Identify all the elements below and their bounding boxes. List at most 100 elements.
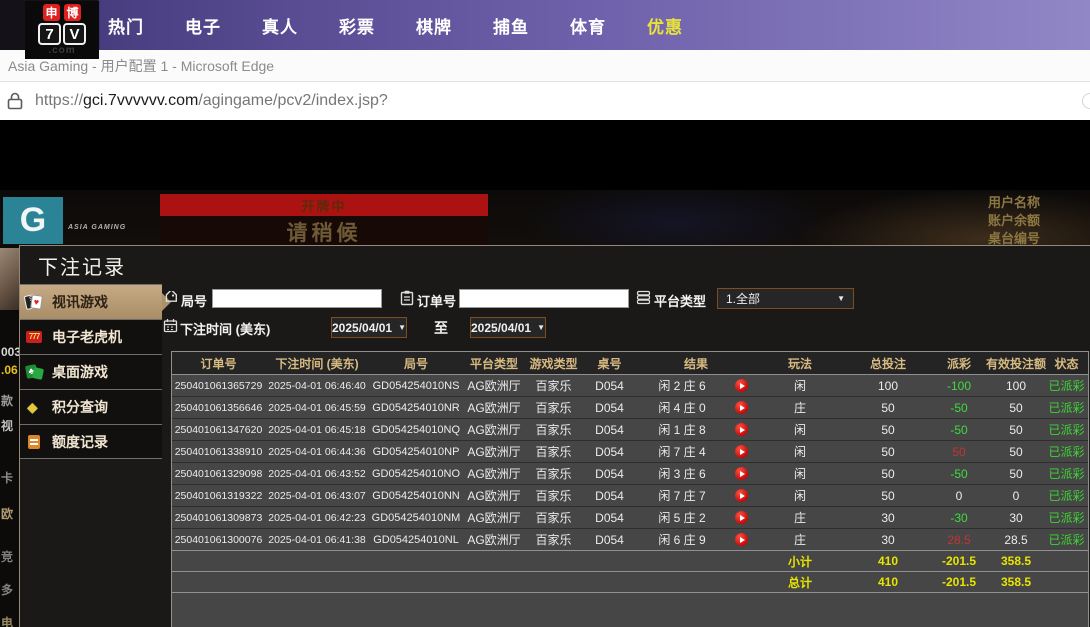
play-video-button[interactable] bbox=[735, 445, 748, 458]
address-bar-action-icon[interactable] bbox=[1082, 93, 1090, 109]
cell-result: 闲 7 庄 7 bbox=[637, 485, 727, 506]
cell-payout: -50 bbox=[931, 397, 987, 418]
cell-playtype: 庄 bbox=[755, 507, 845, 528]
cell-platform: AG欧洲厅 bbox=[463, 485, 525, 506]
cell-time: 2025-04-01 06:43:52 bbox=[265, 463, 369, 484]
col-header-playtype: 玩法 bbox=[755, 352, 845, 374]
menu-item-slots[interactable]: 777 电子老虎机 bbox=[20, 319, 162, 354]
play-video-button[interactable] bbox=[735, 401, 748, 414]
subtotal-total-bet: 410 bbox=[845, 551, 931, 571]
username-label: 用户名称 bbox=[988, 194, 1090, 212]
nav-item-slots[interactable]: 电子 bbox=[185, 13, 221, 38]
cell-tableno: D054 bbox=[582, 419, 637, 440]
play-video-button[interactable] bbox=[735, 489, 748, 502]
cell-result: 闲 5 庄 2 bbox=[637, 507, 727, 528]
cell-tableno: D054 bbox=[582, 375, 637, 396]
table-row: 2504010613657292025-04-01 06:46:40GD0542… bbox=[172, 375, 1088, 397]
order-number-input[interactable] bbox=[459, 289, 629, 308]
cell-result: 闲 2 庄 6 bbox=[637, 375, 727, 396]
chevron-down-icon: ▼ bbox=[398, 323, 406, 332]
cell-play bbox=[727, 463, 755, 484]
cell-platform: AG欧洲厅 bbox=[463, 529, 525, 550]
menu-item-live-games[interactable]: 9♥ 视讯游戏 bbox=[20, 284, 162, 319]
play-video-button[interactable] bbox=[735, 379, 748, 392]
background-fragment: .06 bbox=[1, 363, 18, 377]
date-to-value: 2025/04/01 bbox=[471, 321, 531, 335]
cell-play bbox=[727, 397, 755, 418]
cell-tableno: D054 bbox=[582, 441, 637, 462]
round-number-input[interactable] bbox=[212, 289, 382, 308]
cell-result: 闲 3 庄 6 bbox=[637, 463, 727, 484]
logo-badge-1: 申 bbox=[43, 4, 60, 21]
cell-status: 已派彩 bbox=[1045, 485, 1088, 506]
date-from-select[interactable]: 2025/04/01 ▼ bbox=[331, 317, 407, 338]
cell-order: 250401061356646 bbox=[172, 397, 265, 418]
cell-status: 已派彩 bbox=[1045, 441, 1088, 462]
bet-records-table: 订单号 下注时间 (美东) 局号 平台类型 游戏类型 桌号 结果 玩法 总投注 … bbox=[171, 351, 1089, 627]
nav-item-promotions[interactable]: 优惠 bbox=[647, 13, 683, 38]
subtotal-label: 小计 bbox=[755, 551, 845, 571]
col-header-round: 局号 bbox=[369, 352, 463, 374]
play-video-button[interactable] bbox=[735, 533, 748, 546]
cell-time: 2025-04-01 06:45:18 bbox=[265, 419, 369, 440]
cell-time: 2025-04-01 06:41:38 bbox=[265, 529, 369, 550]
cell-game: 百家乐 bbox=[525, 419, 582, 440]
platform-type-select[interactable]: 1.全部 ▼ bbox=[717, 288, 854, 309]
logo-badges: 申 博 bbox=[43, 4, 81, 21]
menu-item-points-query[interactable]: ◆ 积分查询 bbox=[20, 389, 162, 424]
asia-gaming-logo: G bbox=[3, 197, 63, 244]
table-row: 2504010613389102025-04-01 06:44:36GD0542… bbox=[172, 441, 1088, 463]
col-header-result: 结果 bbox=[637, 352, 755, 374]
col-header-game: 游戏类型 bbox=[525, 352, 582, 374]
dealing-status-banner: 开牌中 bbox=[160, 194, 488, 216]
play-video-button[interactable] bbox=[735, 467, 748, 480]
asia-gaming-name: ASIA GAMING bbox=[68, 224, 126, 231]
background-fragment: 竞 bbox=[1, 548, 13, 565]
filters-bar: 局号 订单号 平台类型 1.全部 ▼ bbox=[162, 284, 1090, 351]
cell-order: 250401061319322 bbox=[172, 485, 265, 506]
nav-item-fishing[interactable]: 捕鱼 bbox=[493, 13, 529, 38]
cell-order: 250401061338910 bbox=[172, 441, 265, 462]
browser-address-bar[interactable]: https://gci.7vvvvvv.com/agingame/pcv2/in… bbox=[0, 82, 1090, 120]
to-label: 至 bbox=[434, 318, 448, 338]
background-fragment: 视 bbox=[1, 417, 13, 434]
nav-item-hot[interactable]: 热门 bbox=[108, 13, 144, 38]
avatar bbox=[0, 248, 19, 310]
nav-item-cards[interactable]: 棋牌 bbox=[416, 13, 452, 38]
cell-platform: AG欧洲厅 bbox=[463, 397, 525, 418]
cell-result: 闲 7 庄 4 bbox=[637, 441, 727, 462]
cell-bet: 50 bbox=[845, 463, 931, 484]
lock-icon[interactable] bbox=[7, 92, 23, 110]
date-to-select[interactable]: 2025/04/01 ▼ bbox=[470, 317, 546, 338]
play-video-button[interactable] bbox=[735, 511, 748, 524]
chevron-down-icon: ▼ bbox=[837, 294, 845, 303]
table-row: 2504010613098732025-04-01 06:42:23GD0542… bbox=[172, 507, 1088, 529]
cell-playtype: 闲 bbox=[755, 463, 845, 484]
cell-tableno: D054 bbox=[582, 463, 637, 484]
col-header-valid-bet: 有效投注额 bbox=[987, 352, 1045, 374]
nav-item-live[interactable]: 真人 bbox=[262, 13, 298, 38]
subtotal-payout: -201.5 bbox=[931, 551, 987, 571]
document-icon bbox=[25, 433, 45, 451]
bet-records-panel: 下注记录 9♥ 视讯游戏 777 电子老虎机 ♣ 桌面游戏 ◆ 积分查询 bbox=[19, 245, 1090, 627]
site-logo[interactable]: 申 博 7 V .com bbox=[25, 1, 99, 59]
nav-item-sports[interactable]: 体育 bbox=[570, 13, 606, 38]
cell-time: 2025-04-01 06:42:23 bbox=[265, 507, 369, 528]
total-label: 总计 bbox=[755, 572, 845, 592]
balance-label: 账户余额 bbox=[988, 212, 1090, 230]
play-video-button[interactable] bbox=[735, 423, 748, 436]
cell-status: 已派彩 bbox=[1045, 419, 1088, 440]
cell-play bbox=[727, 485, 755, 506]
col-header-status: 状态 bbox=[1045, 352, 1088, 374]
menu-item-table-games[interactable]: ♣ 桌面游戏 bbox=[20, 354, 162, 389]
cell-round: GD054254010NN bbox=[369, 485, 463, 506]
dimmed-game-background: G ASIA GAMING 开牌中 请稍候 用户名称 账户余额 桌台编号 bbox=[0, 190, 1090, 247]
cell-platform: AG欧洲厅 bbox=[463, 375, 525, 396]
calendar-icon bbox=[163, 318, 178, 333]
cell-status: 已派彩 bbox=[1045, 375, 1088, 396]
subtotal-valid-bet: 358.5 bbox=[987, 551, 1045, 571]
nav-item-lottery[interactable]: 彩票 bbox=[339, 13, 375, 38]
col-header-total-bet: 总投注 bbox=[845, 352, 931, 374]
cell-round: GD054254010NS bbox=[369, 375, 463, 396]
menu-item-quota-records[interactable]: 额度记录 bbox=[20, 424, 162, 459]
